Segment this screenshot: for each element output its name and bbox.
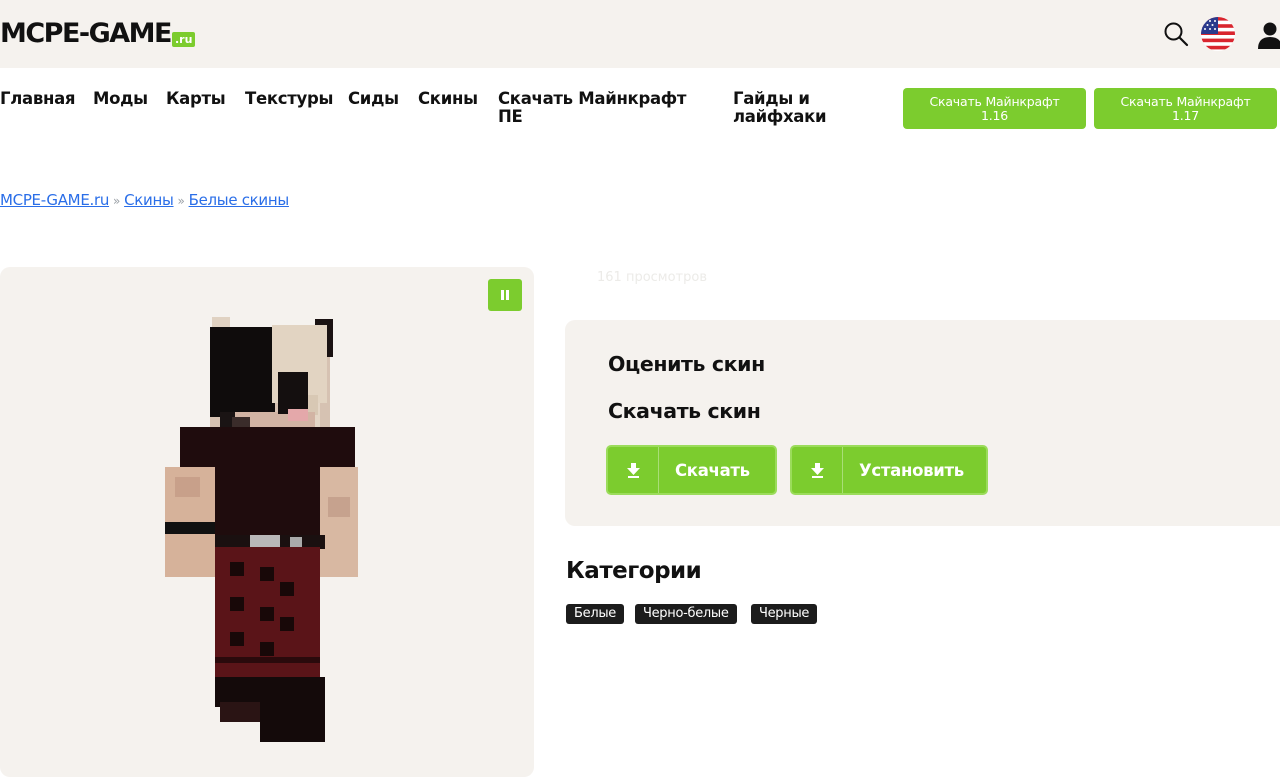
button-line: 1.17 — [1171, 107, 1200, 123]
logo-suffix: .ru — [172, 32, 196, 47]
site-logo[interactable]: MCPE-GAME .ru — [0, 18, 196, 50]
breadcrumb-link-home[interactable]: MCPE-GAME.ru — [0, 191, 109, 209]
download-minecraft-1-16-button[interactable]: Скачать Майнкрафт 1.16 — [903, 88, 1086, 129]
category-tag-white[interactable]: Белые — [566, 604, 624, 624]
nav-item-line: ПЕ — [498, 107, 523, 126]
breadcrumb: MCPE-GAME.ru » Скины» Белые скины — [0, 190, 289, 211]
download-icon — [608, 447, 659, 493]
download-button-label: Скачать — [675, 460, 750, 480]
search-icon[interactable] — [1162, 20, 1190, 48]
button-line: Скачать Майнкрафт — [1120, 93, 1251, 109]
install-button[interactable]: Установить — [790, 445, 988, 495]
button-line: Скачать Майнкрафт — [929, 93, 1060, 109]
nav-item-line: лайфхаки — [733, 107, 827, 126]
category-tag-black[interactable]: Черные — [751, 604, 818, 624]
breadcrumb-separator: » — [177, 194, 185, 208]
pause-icon — [501, 290, 509, 300]
nav-item-line: Гайды и — [733, 89, 810, 108]
nav-item-home[interactable]: Главная — [0, 90, 76, 108]
nav-item-guides[interactable]: Гайды и лайфхаки — [733, 89, 827, 126]
nav-item-maps[interactable]: Карты — [166, 90, 226, 108]
breadcrumb-separator: » — [113, 194, 121, 208]
nav-item-line: Скачать Майнкрафт — [498, 89, 687, 108]
rate-skin-title: Оценить скин — [608, 352, 765, 376]
skin-3d-preview[interactable] — [160, 317, 360, 747]
category-tag-black-white[interactable]: Черно-белые — [635, 604, 737, 624]
nav-item-seeds[interactable]: Сиды — [348, 90, 399, 108]
button-line: 1.16 — [980, 107, 1009, 123]
download-skin-title: Скачать скин — [608, 399, 761, 423]
download-minecraft-1-17-button[interactable]: Скачать Майнкрафт 1.17 — [1094, 88, 1277, 129]
breadcrumb-link-white-skins[interactable]: Белые скины — [189, 191, 290, 209]
nav-item-download-minecraft-pe[interactable]: Скачать Майнкрафт ПЕ — [498, 90, 686, 126]
install-button-label: Установить — [859, 460, 964, 480]
categories-title: Категории — [566, 558, 702, 584]
nav-item-skins[interactable]: Скины — [418, 90, 478, 108]
nav-item-mods[interactable]: Моды — [93, 90, 148, 108]
user-icon[interactable] — [1255, 20, 1280, 50]
logo-text: MCPE-GAME — [0, 18, 173, 49]
breadcrumb-link-skins[interactable]: Скины — [124, 191, 174, 209]
views-count: 161 просмотров — [597, 270, 707, 285]
download-button[interactable]: Скачать — [606, 445, 777, 495]
nav-item-textures[interactable]: Текстуры — [245, 90, 333, 108]
install-icon — [792, 447, 843, 493]
pause-button[interactable] — [488, 279, 522, 311]
us-flag-icon[interactable] — [1200, 16, 1236, 52]
